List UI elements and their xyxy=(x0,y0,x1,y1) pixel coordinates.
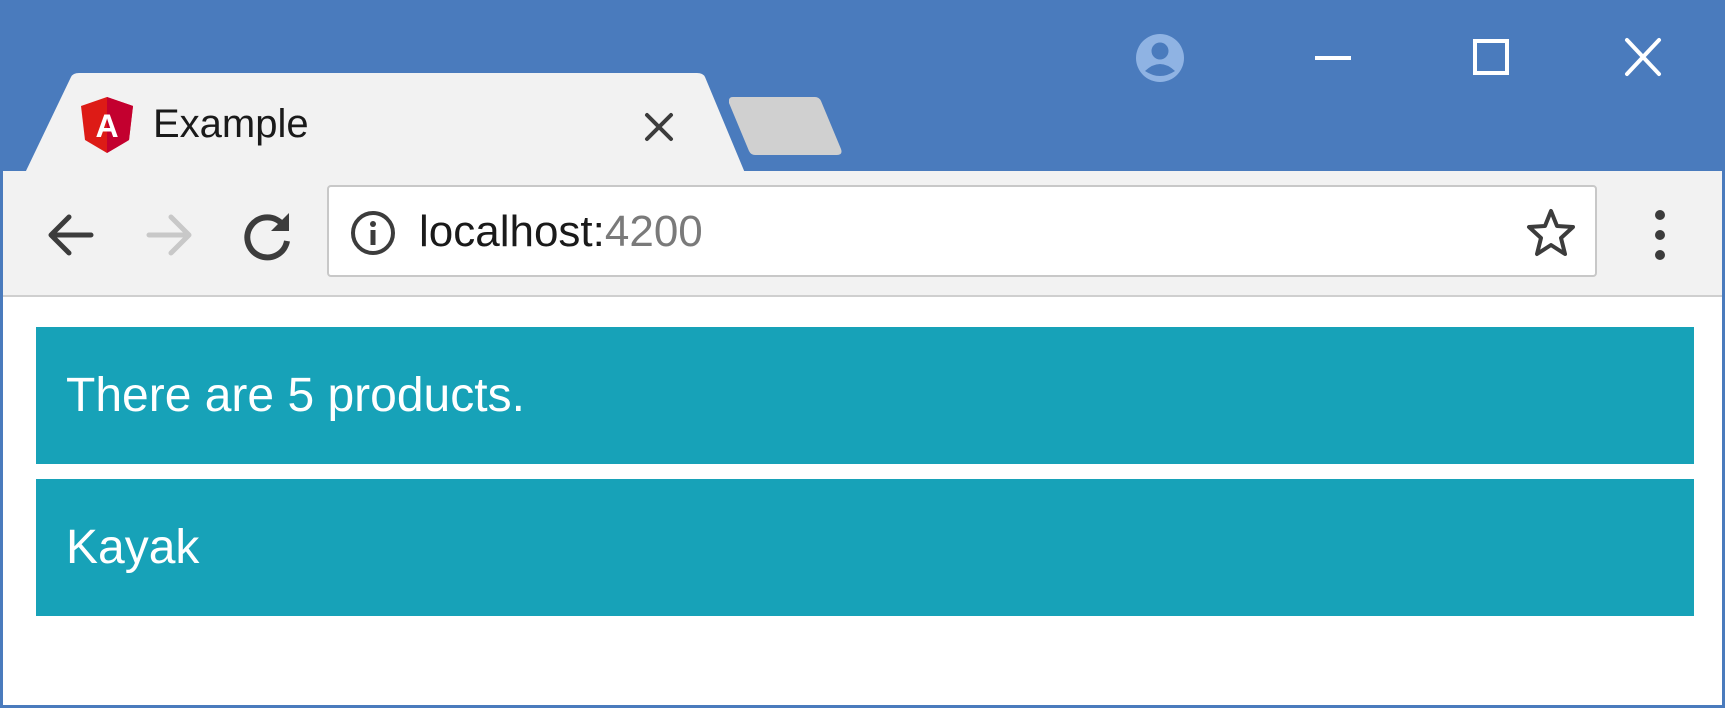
angular-logo-letter: A xyxy=(95,108,118,144)
title-bar: A Example xyxy=(3,3,1722,173)
info-icon[interactable] xyxy=(349,209,397,257)
bookmark-star-icon[interactable] xyxy=(1525,207,1577,259)
maximize-icon[interactable] xyxy=(1461,33,1521,83)
tab-title: Example xyxy=(153,102,309,146)
address-bar[interactable]: localhost:4200 xyxy=(327,185,1597,277)
browser-toolbar: localhost:4200 xyxy=(3,171,1722,297)
back-arrow-icon[interactable] xyxy=(39,203,103,267)
browser-window: A Example localhost:4200 There are 5 pro… xyxy=(0,0,1725,708)
account-icon[interactable] xyxy=(1135,33,1185,83)
angular-logo-icon: A xyxy=(81,97,133,153)
url-host: localhost: xyxy=(419,207,605,256)
minimize-icon[interactable] xyxy=(1303,33,1363,83)
forward-arrow-icon[interactable] xyxy=(137,203,201,267)
product-count-banner: There are 5 products. xyxy=(36,327,1694,464)
url-port: 4200 xyxy=(604,207,703,256)
kebab-menu-icon[interactable] xyxy=(1635,207,1685,263)
url-text[interactable]: localhost:4200 xyxy=(419,205,703,259)
reload-icon[interactable] xyxy=(235,203,299,267)
new-tab-button[interactable] xyxy=(729,97,845,155)
page-content: There are 5 products. Kayak xyxy=(3,297,1722,705)
close-window-icon[interactable] xyxy=(1613,33,1673,83)
tab-close-icon[interactable] xyxy=(639,107,679,147)
active-tab[interactable] xyxy=(25,73,745,173)
product-item: Kayak xyxy=(36,479,1694,616)
